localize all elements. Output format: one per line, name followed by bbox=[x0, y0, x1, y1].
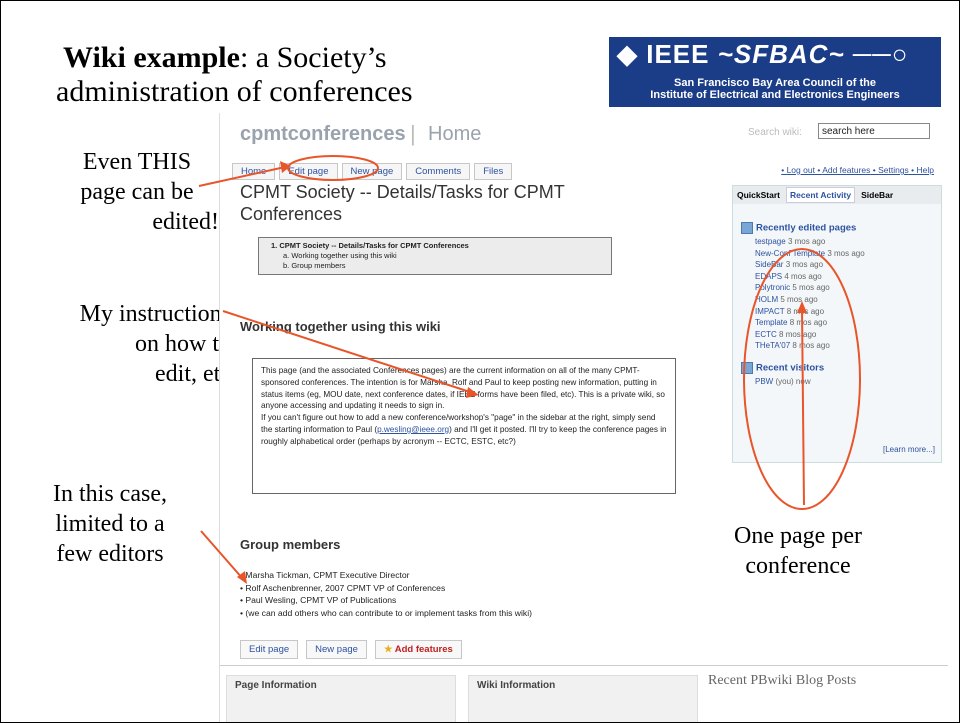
logo-sub-line2: Institute of Electrical and Electronics … bbox=[650, 89, 900, 101]
slide: Wiki example: a Society’s administration… bbox=[0, 0, 960, 723]
tab-quickstart[interactable]: QuickStart bbox=[737, 190, 780, 200]
sidebar: QuickStart Recent Activity SideBar Recentl… bbox=[732, 185, 942, 463]
recent-activity-panel: Recently edited pages testpage 3 mos ago… bbox=[741, 222, 865, 388]
list-item: PBW (you) now bbox=[755, 377, 811, 387]
toc-heading[interactable]: 1. CPMT Society -- Details/Tasks for CPM… bbox=[271, 241, 603, 251]
sidebar-tabs: QuickStart Recent Activity SideBar bbox=[733, 186, 941, 204]
recent-visitors-heading: Recent visitors bbox=[741, 362, 865, 375]
list-item: • (we can add others who can contribute … bbox=[240, 607, 532, 618]
visitors-icon bbox=[741, 362, 753, 375]
add-features-button[interactable]: ★ Add features bbox=[374, 640, 462, 659]
list-item: New-Conf Template 3 mos ago bbox=[755, 248, 865, 258]
learn-more-link[interactable]: [Learn more...] bbox=[883, 445, 935, 454]
tab-sidebar[interactable]: SideBar bbox=[861, 190, 893, 200]
wiki-separator: | bbox=[410, 121, 416, 146]
bottom-buttons: Edit page New page ★ Add features bbox=[240, 639, 470, 659]
annotation-instructions: My instructions on how to edit, etc bbox=[79, 301, 231, 387]
instructions-box: This page (and the associated Conference… bbox=[252, 358, 676, 494]
slide-title: Wiki example: a Society’s administration… bbox=[56, 41, 413, 109]
list-item: Polytronic 5 mos ago bbox=[755, 283, 830, 293]
tab-recent-activity[interactable]: Recent Activity bbox=[786, 187, 856, 203]
logo-sub-line1: San Francisco Bay Area Council of the bbox=[674, 77, 876, 89]
email-link[interactable]: p.wesling@ieee.org bbox=[377, 425, 449, 434]
instructions-para-2: If you can't figure out how to add a new… bbox=[261, 413, 667, 446]
list-item: Template 8 mos ago bbox=[755, 318, 828, 328]
pages-icon bbox=[741, 222, 753, 234]
wiki-screenshot: cpmtconferences | Home Search wiki: sear… bbox=[219, 113, 948, 722]
footer-divider bbox=[220, 665, 948, 666]
list-item: EDAPS 4 mos ago bbox=[755, 271, 822, 281]
circuit-line-icon: ──○ bbox=[852, 39, 909, 69]
list-item: • Paul Wesling, CPMT VP of Publications bbox=[240, 595, 397, 606]
table-of-contents: 1. CPMT Society -- Details/Tasks for CPM… bbox=[258, 237, 612, 275]
recent-pages-list: testpage 3 mos ago New-Conf Template 3 m… bbox=[755, 236, 865, 352]
star-icon: ★ bbox=[383, 644, 395, 655]
tab-new-page[interactable]: New page bbox=[341, 163, 403, 180]
add-features-link[interactable]: Add features bbox=[822, 165, 870, 175]
list-item: testpage 3 mos ago bbox=[755, 237, 826, 247]
wiki-page-name: Home bbox=[428, 123, 482, 145]
edit-page-button[interactable]: Edit page bbox=[240, 640, 299, 659]
slide-title-line2: administration of conferences bbox=[56, 75, 413, 108]
toc-item[interactable]: b. Group members bbox=[283, 261, 603, 271]
new-page-button[interactable]: New page bbox=[306, 640, 367, 659]
page-information-panel[interactable]: Page Information bbox=[226, 675, 456, 722]
wiki-information-panel[interactable]: Wiki Information bbox=[468, 675, 698, 722]
wiki-name[interactable]: cpmtconferences bbox=[240, 123, 406, 146]
section-heading-working: Working together using this wiki bbox=[240, 319, 441, 334]
top-links: • Log out • Add features • Settings • He… bbox=[781, 165, 934, 175]
search-input[interactable]: search here bbox=[818, 123, 930, 139]
section-heading-members: Group members bbox=[240, 537, 341, 552]
wiki-tabs: Home Edit page New page Comments Files bbox=[232, 161, 516, 180]
logo-region: ~SFBAC~ bbox=[717, 39, 845, 69]
logo-subtitle: San Francisco Bay Area Council of the In… bbox=[609, 77, 941, 101]
list-item: THeTA'07 8 mos ago bbox=[755, 341, 830, 351]
list-item: IMPACT 8 mos ago bbox=[755, 306, 825, 316]
members-list: • Marsha Tickman, CPMT Executive Directo… bbox=[240, 569, 532, 619]
list-item: SideBar 3 mos ago bbox=[755, 260, 824, 270]
page-title: CPMT Society -- Details/Tasks for CPMT C… bbox=[240, 182, 565, 224]
tab-edit-page[interactable]: Edit page bbox=[279, 163, 338, 180]
logout-link[interactable]: Log out bbox=[787, 165, 815, 175]
recent-pages-heading: Recently edited pages bbox=[741, 222, 865, 234]
list-item: ECTC 8 mos ago bbox=[755, 329, 817, 339]
list-item: • Rolf Aschenbrenner, 2007 CPMT VP of Co… bbox=[240, 582, 446, 593]
logo-main-text: ◆ IEEE ~SFBAC~ ──○ bbox=[617, 39, 908, 70]
slide-title-bold: Wiki example bbox=[63, 41, 240, 74]
logo-ieee: IEEE bbox=[646, 39, 710, 69]
annotation-edit-page: Even THIS page can be edited! bbox=[80, 149, 219, 235]
annotation-editors: In this case, limited to a few editors bbox=[53, 481, 167, 567]
settings-link[interactable]: Settings bbox=[878, 165, 909, 175]
tab-comments[interactable]: Comments bbox=[406, 163, 471, 180]
diamond-icon: ◆ bbox=[617, 39, 638, 69]
tab-files[interactable]: Files bbox=[474, 163, 513, 180]
list-item: • Marsha Tickman, CPMT Executive Directo… bbox=[240, 570, 410, 580]
ieee-sfbac-logo: ◆ IEEE ~SFBAC~ ──○ San Francisco Bay Are… bbox=[609, 37, 941, 107]
list-item: HOLM 5 mos ago bbox=[755, 295, 818, 305]
toc-item[interactable]: a. Working together using this wiki bbox=[283, 251, 603, 261]
slide-title-rest: : a Society’s bbox=[239, 41, 387, 74]
blog-posts-heading[interactable]: Recent PBwiki Blog Posts bbox=[708, 673, 856, 689]
instructions-para-1: This page (and the associated Conference… bbox=[261, 366, 665, 411]
help-link[interactable]: Help bbox=[917, 165, 934, 175]
tab-home[interactable]: Home bbox=[232, 163, 276, 180]
annotation-conference: One page per conference bbox=[734, 523, 862, 579]
search-label: Search wiki: bbox=[748, 127, 802, 138]
